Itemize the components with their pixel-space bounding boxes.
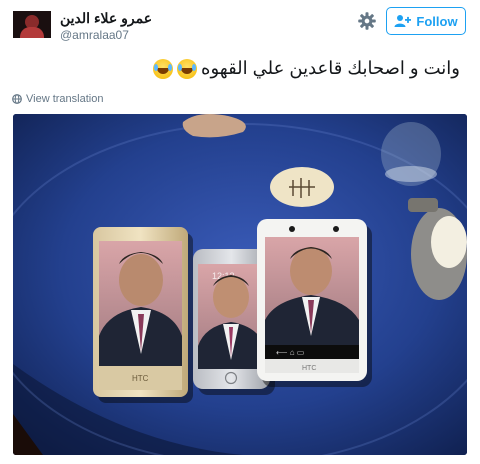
avatar[interactable]: [13, 11, 51, 38]
phone-brand-label: HTC: [302, 365, 316, 372]
user-handle[interactable]: @amralaa07: [60, 28, 129, 42]
phone-brand-label: HTC: [132, 374, 149, 383]
follow-button[interactable]: Follow: [386, 7, 466, 35]
photo-three-phones: HTC 12:12 ⟵ ⌂ ▭ HTC: [13, 114, 467, 455]
follow-button-label: Follow: [416, 13, 458, 29]
face-with-tears-of-joy-icon: [177, 58, 198, 79]
tweet-photo[interactable]: HTC 12:12 ⟵ ⌂ ▭ HTC: [13, 114, 467, 455]
svg-text:⟵ ⌂ ▭: ⟵ ⌂ ▭: [276, 348, 304, 357]
add-user-icon: [394, 15, 412, 27]
view-translation-label: View translation: [26, 93, 104, 105]
tweet-text: وانت و اصحابك قاعدين علي القهوه: [153, 58, 460, 79]
view-translation-link[interactable]: View translation: [12, 93, 103, 105]
tweet-text-content: وانت و اصحابك قاعدين علي القهوه: [201, 58, 460, 78]
face-with-tears-of-joy-icon: [153, 58, 174, 79]
tweet-header: عمرو علاء الدين @amralaa07 Follow: [0, 0, 480, 52]
gear-icon[interactable]: [357, 11, 377, 31]
display-name[interactable]: عمرو علاء الدين: [60, 10, 152, 27]
globe-icon: [12, 94, 22, 104]
